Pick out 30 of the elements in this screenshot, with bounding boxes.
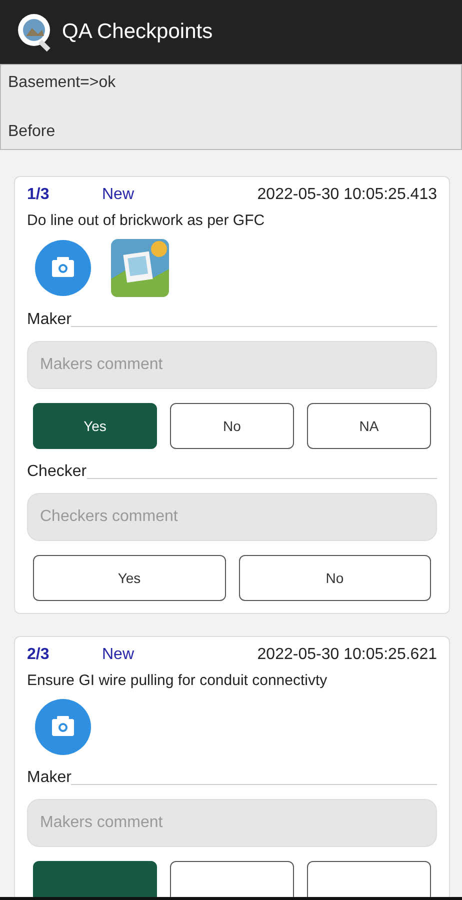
choice-button[interactable] — [307, 861, 431, 897]
checkpoint-text: Ensure GI wire pulling for conduit connectivty — [27, 672, 328, 689]
choice-button[interactable]: NA — [307, 403, 431, 449]
comment-field[interactable]: Makers comment — [27, 341, 437, 389]
signature-line[interactable] — [86, 477, 437, 479]
choice-button[interactable]: Yes — [33, 403, 157, 449]
camera-icon[interactable] — [35, 699, 91, 755]
comment-field[interactable]: Makers comment — [27, 799, 437, 847]
choice-button[interactable]: No — [170, 403, 294, 449]
checkpoint-text: Do line out of brickwork as per GFC — [27, 212, 266, 229]
comment-field[interactable]: Checkers comment — [27, 493, 437, 541]
role-label: Checker — [27, 463, 87, 481]
timestamp: 2022-05-30 10:05:25.413 — [257, 186, 437, 204]
role-label: Maker — [27, 311, 72, 329]
choice-button[interactable] — [170, 861, 294, 897]
checkpoint-index: 2/3 — [27, 646, 50, 664]
signature-line[interactable] — [71, 325, 437, 327]
info-text: Before — [8, 123, 56, 141]
status-label: New — [102, 646, 134, 664]
camera-icon[interactable] — [35, 240, 91, 296]
choice-button[interactable]: No — [238, 555, 431, 601]
app-title: QA Checkpoints — [62, 20, 213, 44]
info-text: Basement=>ok — [8, 74, 117, 92]
gallery-icon[interactable] — [111, 239, 169, 297]
checkpoint-index: 1/3 — [27, 186, 50, 204]
role-label: Maker — [27, 769, 72, 787]
signature-line[interactable] — [71, 783, 437, 785]
status-label: New — [102, 186, 134, 204]
timestamp: 2022-05-30 10:05:25.621 — [257, 646, 437, 664]
choice-button[interactable]: Yes — [33, 555, 226, 601]
